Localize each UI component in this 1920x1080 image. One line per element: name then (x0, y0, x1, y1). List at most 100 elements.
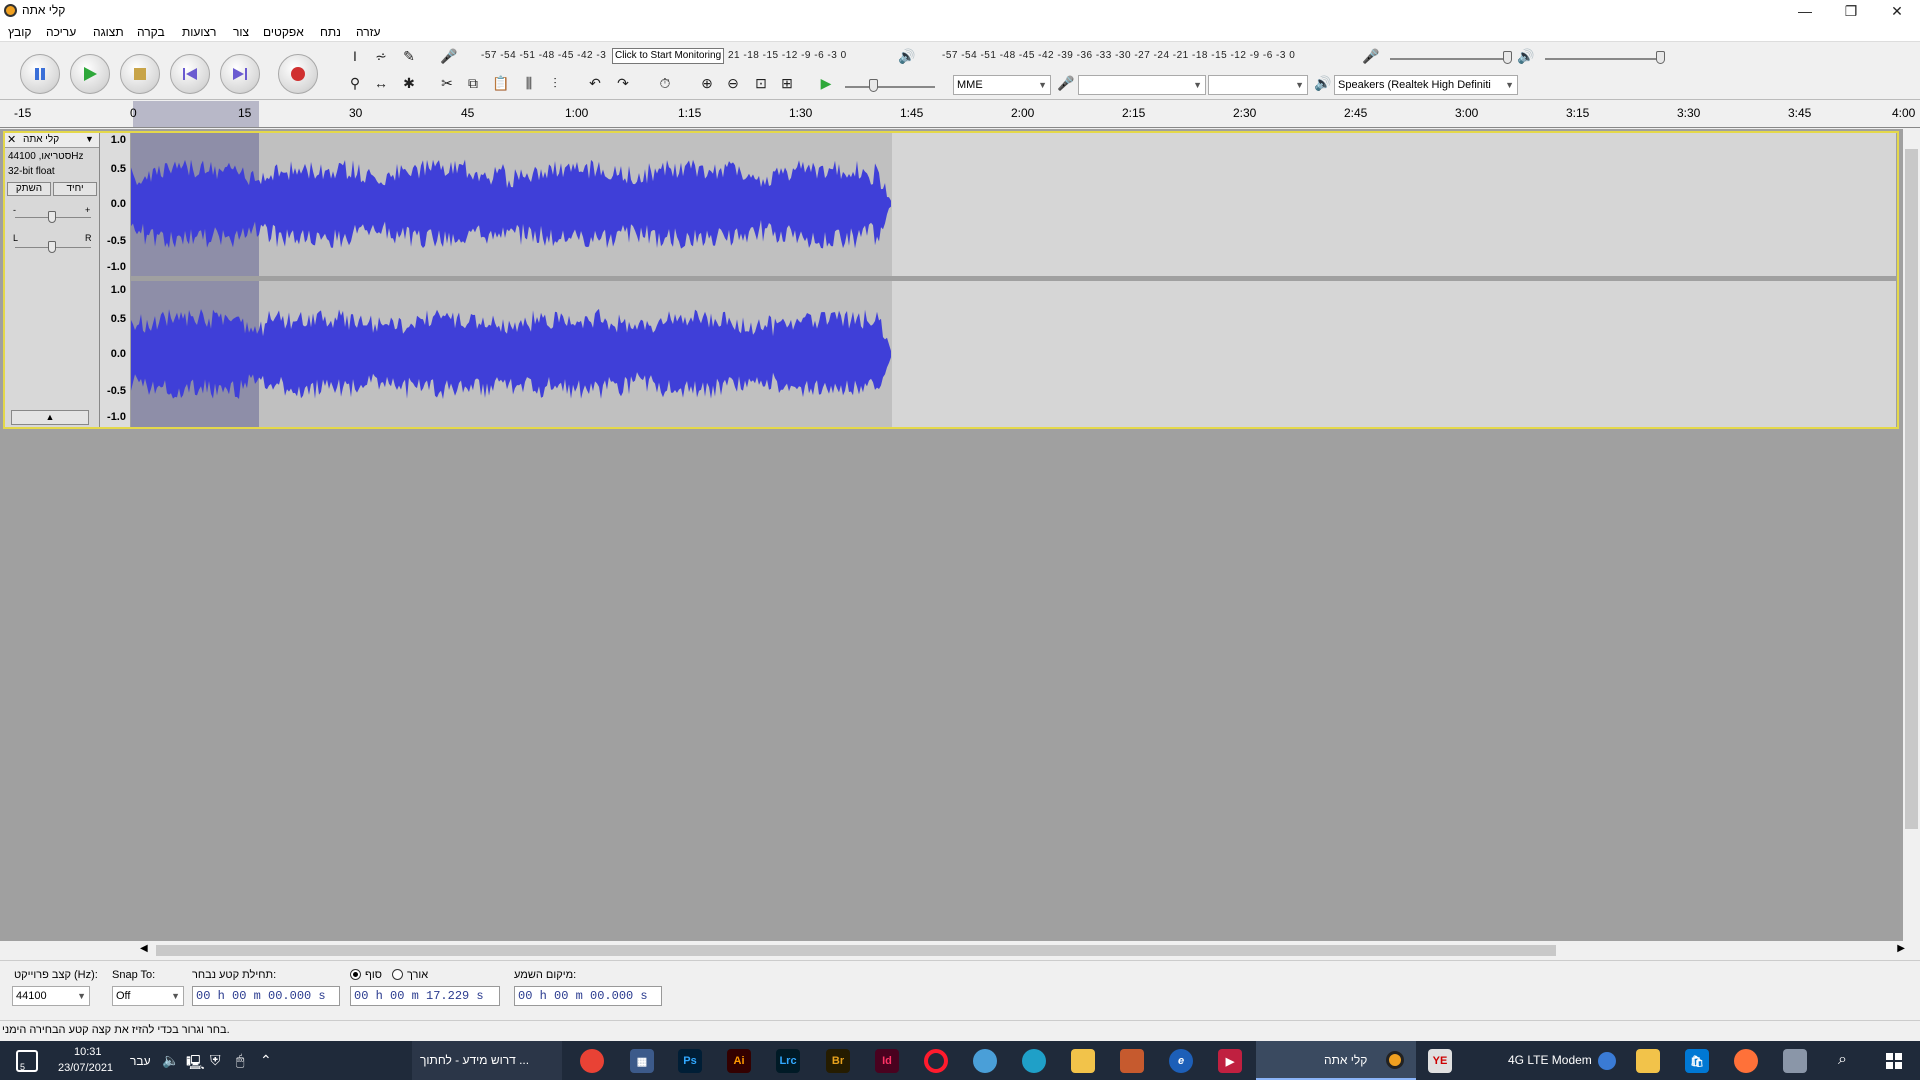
record-device-select[interactable]: ▼ (1078, 75, 1206, 95)
illustrator-icon[interactable]: Ai (727, 1049, 751, 1073)
chrome-icon[interactable] (580, 1049, 604, 1073)
volume-icon[interactable]: 🔈 (162, 1052, 179, 1069)
search-icon[interactable]: ⌕ (1838, 1051, 1847, 1069)
yes-app-icon[interactable]: YE (1428, 1049, 1452, 1073)
bridge-icon[interactable]: Br (826, 1049, 850, 1073)
media-icon[interactable] (1120, 1049, 1144, 1073)
stop-icon (134, 68, 146, 80)
playback-meter-icon[interactable]: 🔊 (896, 45, 918, 67)
record-meter-scale[interactable]: -57 -54 -51 -48 -45 -42 -3 (481, 47, 606, 65)
scroll-left-icon[interactable]: ◀ (140, 943, 148, 954)
menu-help[interactable]: עזרה (356, 25, 381, 39)
stop-button[interactable] (120, 54, 160, 94)
redo-icon[interactable]: ↷ (612, 72, 634, 94)
menu-analyze[interactable]: נתח (320, 25, 341, 39)
notification-count: 5 (20, 1062, 26, 1072)
network-icon[interactable]: 🖳 (186, 1052, 205, 1076)
copy-icon[interactable]: ⧉ (462, 72, 484, 94)
silence-icon[interactable]: ⫶ (544, 72, 566, 94)
clock-time[interactable]: 10:31 (74, 1046, 102, 1058)
draw-tool-icon[interactable]: ✎ (398, 45, 420, 67)
taskbar-app-1[interactable]: דרוש מידע - לחתוך ... (412, 1041, 562, 1080)
usb-icon[interactable]: 🖱 (236, 1052, 244, 1069)
play-at-speed-icon[interactable]: ▶ (815, 72, 837, 94)
opera-icon[interactable] (924, 1049, 948, 1073)
project-rate-select[interactable]: 44100 ▼ (12, 986, 90, 1006)
record-volume-slider[interactable] (1503, 51, 1512, 64)
horizontal-scrollbar[interactable]: ◀ ▶ (140, 943, 1905, 958)
media-player-icon[interactable]: ▶ (1218, 1049, 1242, 1073)
paste-icon[interactable]: 📋 (490, 72, 512, 94)
restore-button[interactable]: ❐ (1828, 0, 1874, 22)
cut-icon[interactable]: ✂ (436, 72, 458, 94)
playback-volume-slider[interactable] (1656, 51, 1665, 64)
minimize-button[interactable]: — (1782, 0, 1828, 22)
zoom-out-icon[interactable]: ⊖ (722, 72, 744, 94)
chevron-up-icon[interactable]: ⌃ (260, 1052, 272, 1069)
close-button[interactable]: ✕ (1874, 0, 1920, 22)
taskbar-app-audacity[interactable]: קלי אתה (1256, 1041, 1416, 1080)
pause-button[interactable] (20, 54, 60, 94)
skip-end-button[interactable] (220, 54, 260, 94)
fit-selection-icon[interactable]: ⊡ (750, 72, 772, 94)
snap-to-select[interactable]: Off ▼ (112, 986, 184, 1006)
timeline-ruler[interactable]: -15 0 15 30 45 1:00 1:15 1:30 1:45 2:00 … (0, 101, 1920, 128)
audio-position-time[interactable]: 00 h 00 m 00.000 s (514, 986, 662, 1006)
play-button[interactable] (70, 54, 110, 94)
status-bar: בחר וגרור בכדי להזיז את קצה קטע הבחירה ה… (0, 1020, 1920, 1041)
start-icon[interactable] (1886, 1053, 1902, 1069)
horizontal-scroll-thumb[interactable] (156, 945, 1556, 956)
vertical-scroll-thumb[interactable] (1905, 149, 1918, 829)
globe-icon[interactable] (973, 1049, 997, 1073)
channels-select[interactable]: ▼ (1208, 75, 1308, 95)
internet-explorer-icon[interactable]: e (1169, 1049, 1193, 1073)
wmp-icon[interactable] (1636, 1049, 1660, 1073)
playback-meter-scale[interactable]: -57 -54 -51 -48 -45 -42 -39 -36 -33 -30 … (942, 47, 1295, 65)
skip-start-button[interactable] (170, 54, 210, 94)
sync-lock-icon[interactable]: ⏱ (654, 72, 676, 94)
undo-icon[interactable]: ↶ (584, 72, 606, 94)
lightroom-classic-icon[interactable]: Lrc (776, 1049, 800, 1073)
multi-tool-icon[interactable]: ✱ (398, 72, 420, 94)
record-meter-icon[interactable]: 🎤 (438, 45, 460, 67)
photoshop-icon[interactable]: Ps (678, 1049, 702, 1073)
scroll-right-icon[interactable]: ▶ (1897, 943, 1905, 954)
snap-to-value: Off (116, 990, 131, 1002)
envelope-tool-icon[interactable]: ⩫ (370, 45, 392, 67)
length-radio[interactable] (392, 969, 403, 980)
playback-device-select[interactable]: Speakers (Realtek High Definiti ▼ (1334, 75, 1518, 95)
camera-icon[interactable] (1783, 1049, 1807, 1073)
menu-edit[interactable]: עריכה (46, 25, 76, 39)
fit-project-icon[interactable]: ⊞ (776, 72, 798, 94)
input-language[interactable]: עבר (130, 1054, 151, 1068)
vertical-scrollbar[interactable] (1903, 129, 1920, 941)
record-meter-scale-right[interactable]: 21 -18 -15 -12 -9 -6 -3 0 (728, 47, 847, 65)
menu-generate[interactable]: צור (233, 25, 249, 39)
menu-view[interactable]: תצוגה (93, 25, 124, 39)
menu-tracks[interactable]: רצועות (182, 25, 216, 39)
menu-file[interactable]: קובץ (8, 25, 31, 39)
menu-effects[interactable]: אפקטים (263, 25, 304, 39)
timeshift-tool-icon[interactable]: ↔ (370, 72, 392, 94)
record-button[interactable] (278, 54, 318, 94)
file-explorer-icon[interactable] (1071, 1049, 1095, 1073)
selection-tool-icon[interactable]: I (344, 45, 366, 67)
edge-icon[interactable] (1022, 1049, 1046, 1073)
end-radio[interactable] (350, 969, 361, 980)
store-icon[interactable]: 🛍 (1685, 1049, 1709, 1073)
indesign-icon[interactable]: Id (875, 1049, 899, 1073)
selection-end-time[interactable]: 00 h 00 m 17.229 s (350, 986, 500, 1006)
selection-start-time[interactable]: 00 h 00 m 00.000 s (192, 986, 340, 1006)
taskbar-app-modem[interactable]: 4G LTE Modem (1472, 1041, 1622, 1080)
firefox-icon[interactable] (1734, 1049, 1758, 1073)
clock-date[interactable]: 23/07/2021 (58, 1062, 113, 1074)
calculator-icon[interactable]: ▦ (630, 1049, 654, 1073)
defender-icon[interactable]: ⛨ (210, 1052, 221, 1069)
chevron-down-icon: ▼ (1505, 80, 1514, 90)
trim-icon[interactable]: ⫼ (518, 72, 540, 94)
play-speed-slider[interactable] (869, 79, 878, 92)
audio-host-select[interactable]: MME ▼ (953, 75, 1051, 95)
menu-transport[interactable]: בקרה (137, 25, 165, 39)
zoom-in-icon[interactable]: ⊕ (696, 72, 718, 94)
zoom-tool-icon[interactable]: ⚲ (344, 72, 366, 94)
